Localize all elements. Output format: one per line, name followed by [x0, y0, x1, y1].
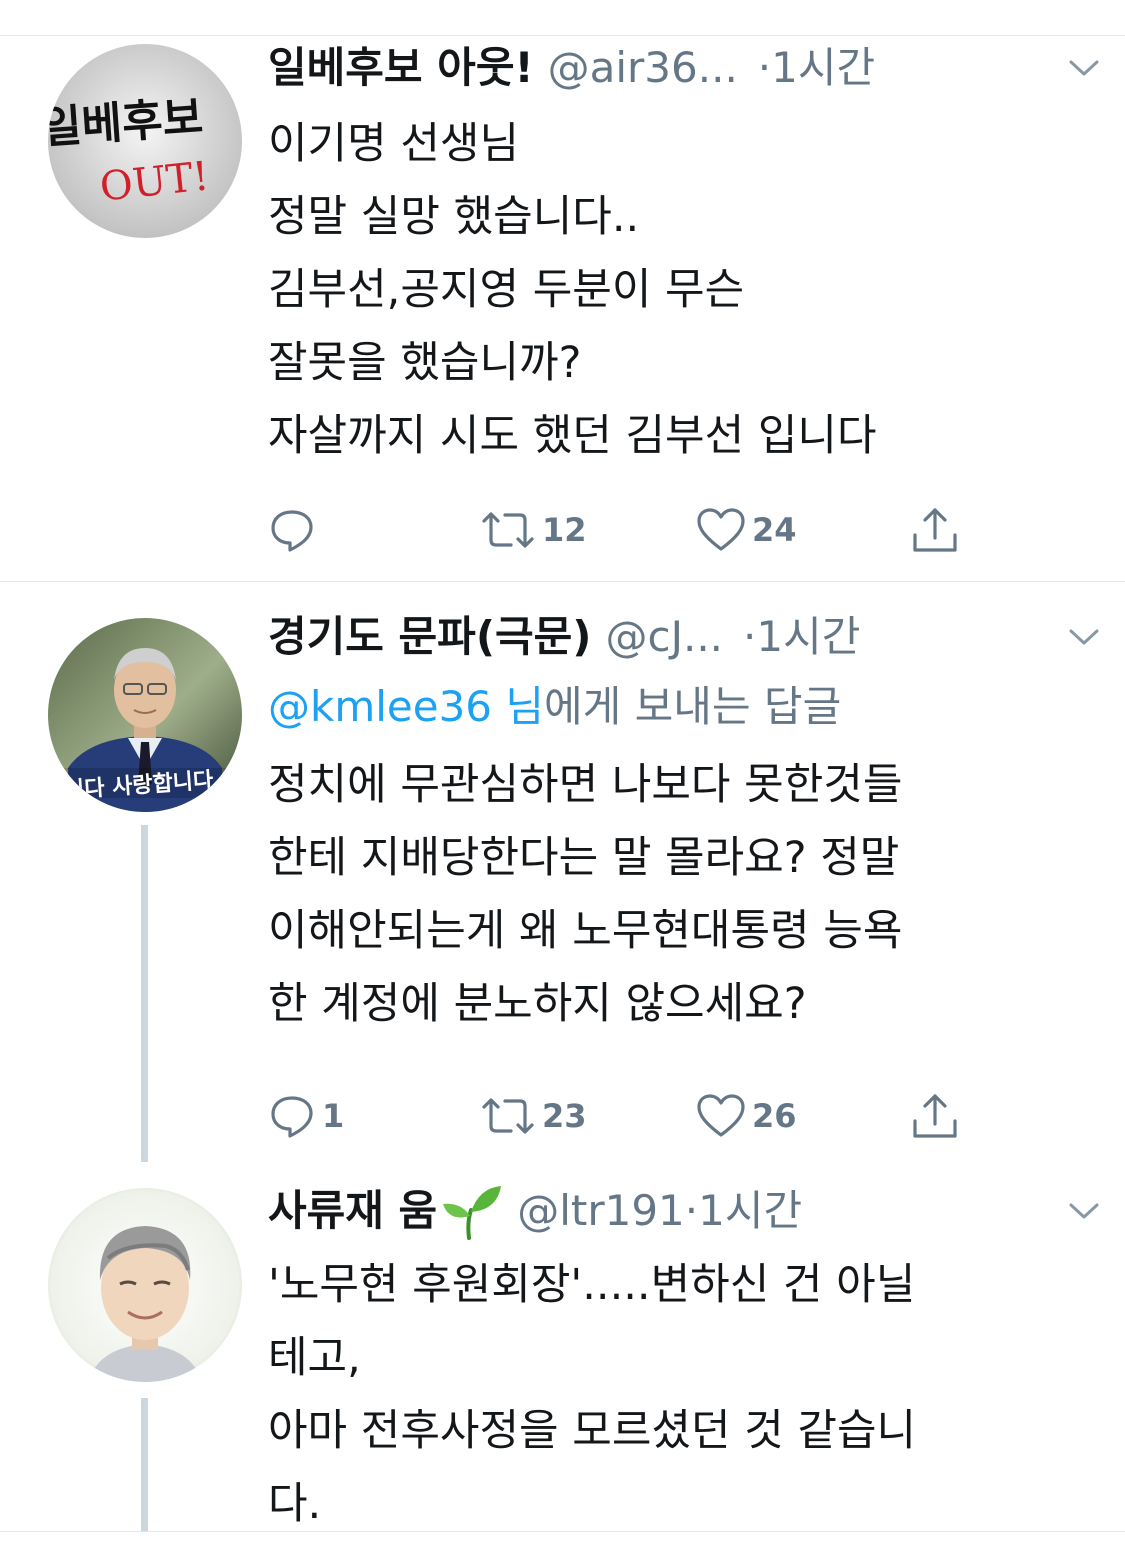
- tweet-line: '노무현 후원회장'.....변하신 건 아닐: [268, 1260, 916, 1310]
- user-handle[interactable]: @air36...: [548, 47, 738, 89]
- share-icon: [913, 508, 957, 552]
- tweet-line: 잘못을 했습니까?: [268, 338, 582, 388]
- retweet-icon: [482, 1098, 534, 1134]
- thread-connector: [141, 825, 148, 1162]
- time-separator: ·: [743, 612, 757, 661]
- tweet-line: 이기명 선생님: [268, 119, 520, 169]
- like-icon: [697, 508, 745, 551]
- tweet-line: 테고,: [268, 1333, 361, 1383]
- share-button[interactable]: [910, 500, 960, 560]
- reply-button[interactable]: 1: [268, 1086, 344, 1146]
- time-separator: ·: [757, 43, 772, 92]
- user-handle[interactable]: @ltr191: [517, 1190, 685, 1232]
- tweet-line: 김부선,공지영 두분이 무슨: [268, 265, 745, 315]
- caret-down-icon[interactable]: [1068, 1201, 1100, 1221]
- tweet-header-3: 사류재 움 @ltr191 · 1시간: [268, 1179, 1099, 1243]
- tweet-header-2: 경기도 문파(극문) @cJ... · 1시간: [268, 605, 1099, 669]
- tweet-1[interactable]: 일베후보 OUT! 일베후보 아웃! @air36... · 1시간 이기명 선…: [0, 36, 1125, 581]
- tweet-text-1: 이기명 선생님 정말 실망 했습니다.. 김부선,공지영 두분이 무슨 잘못을 …: [268, 108, 1078, 473]
- tweet-line: 한테 지배당한다는 말 몰라요? 정말: [268, 833, 900, 883]
- reply-icon: [271, 1096, 313, 1138]
- timestamp[interactable]: 1시간: [771, 47, 875, 89]
- timestamp[interactable]: 1시간: [698, 1190, 802, 1232]
- like-count: 26: [752, 1097, 797, 1135]
- like-count: 24: [752, 511, 797, 549]
- tweet-3[interactable]: 사류재 움 @ltr191 · 1시간 '노무현 후원회장'.....변하신 건…: [0, 1162, 1125, 1532]
- sprout-emoji: [443, 1186, 502, 1240]
- tweet-line: 자살까지 시도 했던 김부선 입니다: [268, 411, 877, 461]
- bottom-divider: [0, 1531, 1125, 1532]
- caret-down-icon[interactable]: [1068, 58, 1100, 78]
- retweet-count: 23: [542, 1097, 587, 1135]
- like-button[interactable]: 24: [696, 500, 797, 560]
- display-name[interactable]: 일베후보 아웃!: [268, 47, 534, 89]
- tweet-header-1: 일베후보 아웃! @air36... · 1시간: [268, 36, 1099, 100]
- reply-mention-link[interactable]: @kmlee36 님: [268, 682, 544, 731]
- time-separator: ·: [684, 1186, 699, 1235]
- reply-count: 1: [322, 1097, 345, 1135]
- action-bar-1: 12 24: [268, 500, 968, 560]
- thread-connector: [141, 1398, 148, 1532]
- like-button[interactable]: 26: [696, 1086, 797, 1146]
- share-icon: [913, 1094, 957, 1138]
- tweet-line: 아마 전후사정을 모르셨던 것 같습니: [268, 1406, 917, 1456]
- reply-icon: [271, 510, 313, 552]
- reply-button[interactable]: [268, 500, 322, 560]
- display-name[interactable]: 경기도 문파(극문): [268, 616, 592, 658]
- avatar-image-3: [48, 1188, 242, 1382]
- user-handle[interactable]: @cJ...: [606, 616, 724, 658]
- like-icon: [697, 1094, 745, 1137]
- caret-down-icon[interactable]: [1068, 627, 1100, 647]
- avatar-image-2: 습니다 사랑합니다: [48, 618, 242, 812]
- avatar-tweet-2[interactable]: 습니다 사랑합니다: [48, 618, 242, 812]
- retweet-button[interactable]: 12: [480, 500, 587, 560]
- retweet-button[interactable]: 23: [480, 1086, 587, 1146]
- avatar-image-1: 일베후보 OUT!: [48, 44, 242, 238]
- tweet-line: 정말 실망 했습니다..: [268, 192, 640, 242]
- tweet-text-3: '노무현 후원회장'.....변하신 건 아닐 테고, 아마 전후사정을 모르셨…: [268, 1249, 1078, 1541]
- retweet-count: 12: [542, 511, 587, 549]
- tweet-2[interactable]: 습니다 사랑합니다 경기도 문파(극문) @cJ... · 1시간 @kmlee…: [0, 582, 1125, 1162]
- replying-suffix: 에게 보내는 답글: [544, 682, 842, 731]
- share-button[interactable]: [910, 1086, 960, 1146]
- action-bar-2: 1 23 26: [268, 1086, 968, 1146]
- tweet-line: 한 계정에 분노하지 않으세요?: [268, 979, 807, 1029]
- timestamp[interactable]: 1시간: [756, 616, 860, 658]
- retweet-icon: [482, 512, 534, 548]
- display-name[interactable]: 사류재 움: [268, 1190, 437, 1232]
- avatar-tweet-1[interactable]: 일베후보 OUT!: [48, 44, 242, 238]
- avatar-tweet-3[interactable]: [48, 1188, 242, 1382]
- tweet-text-2: 정치에 무관심하면 나보다 못한것들 한테 지배당한다는 말 몰라요? 정말 이…: [268, 749, 1078, 1041]
- tweet-line: 정치에 무관심하면 나보다 못한것들: [268, 760, 903, 810]
- replying-to: @kmlee36 님에게 보내는 답글: [268, 671, 1078, 743]
- tweet-line: 이해안되는게 왜 노무현대통령 능욕: [268, 906, 903, 956]
